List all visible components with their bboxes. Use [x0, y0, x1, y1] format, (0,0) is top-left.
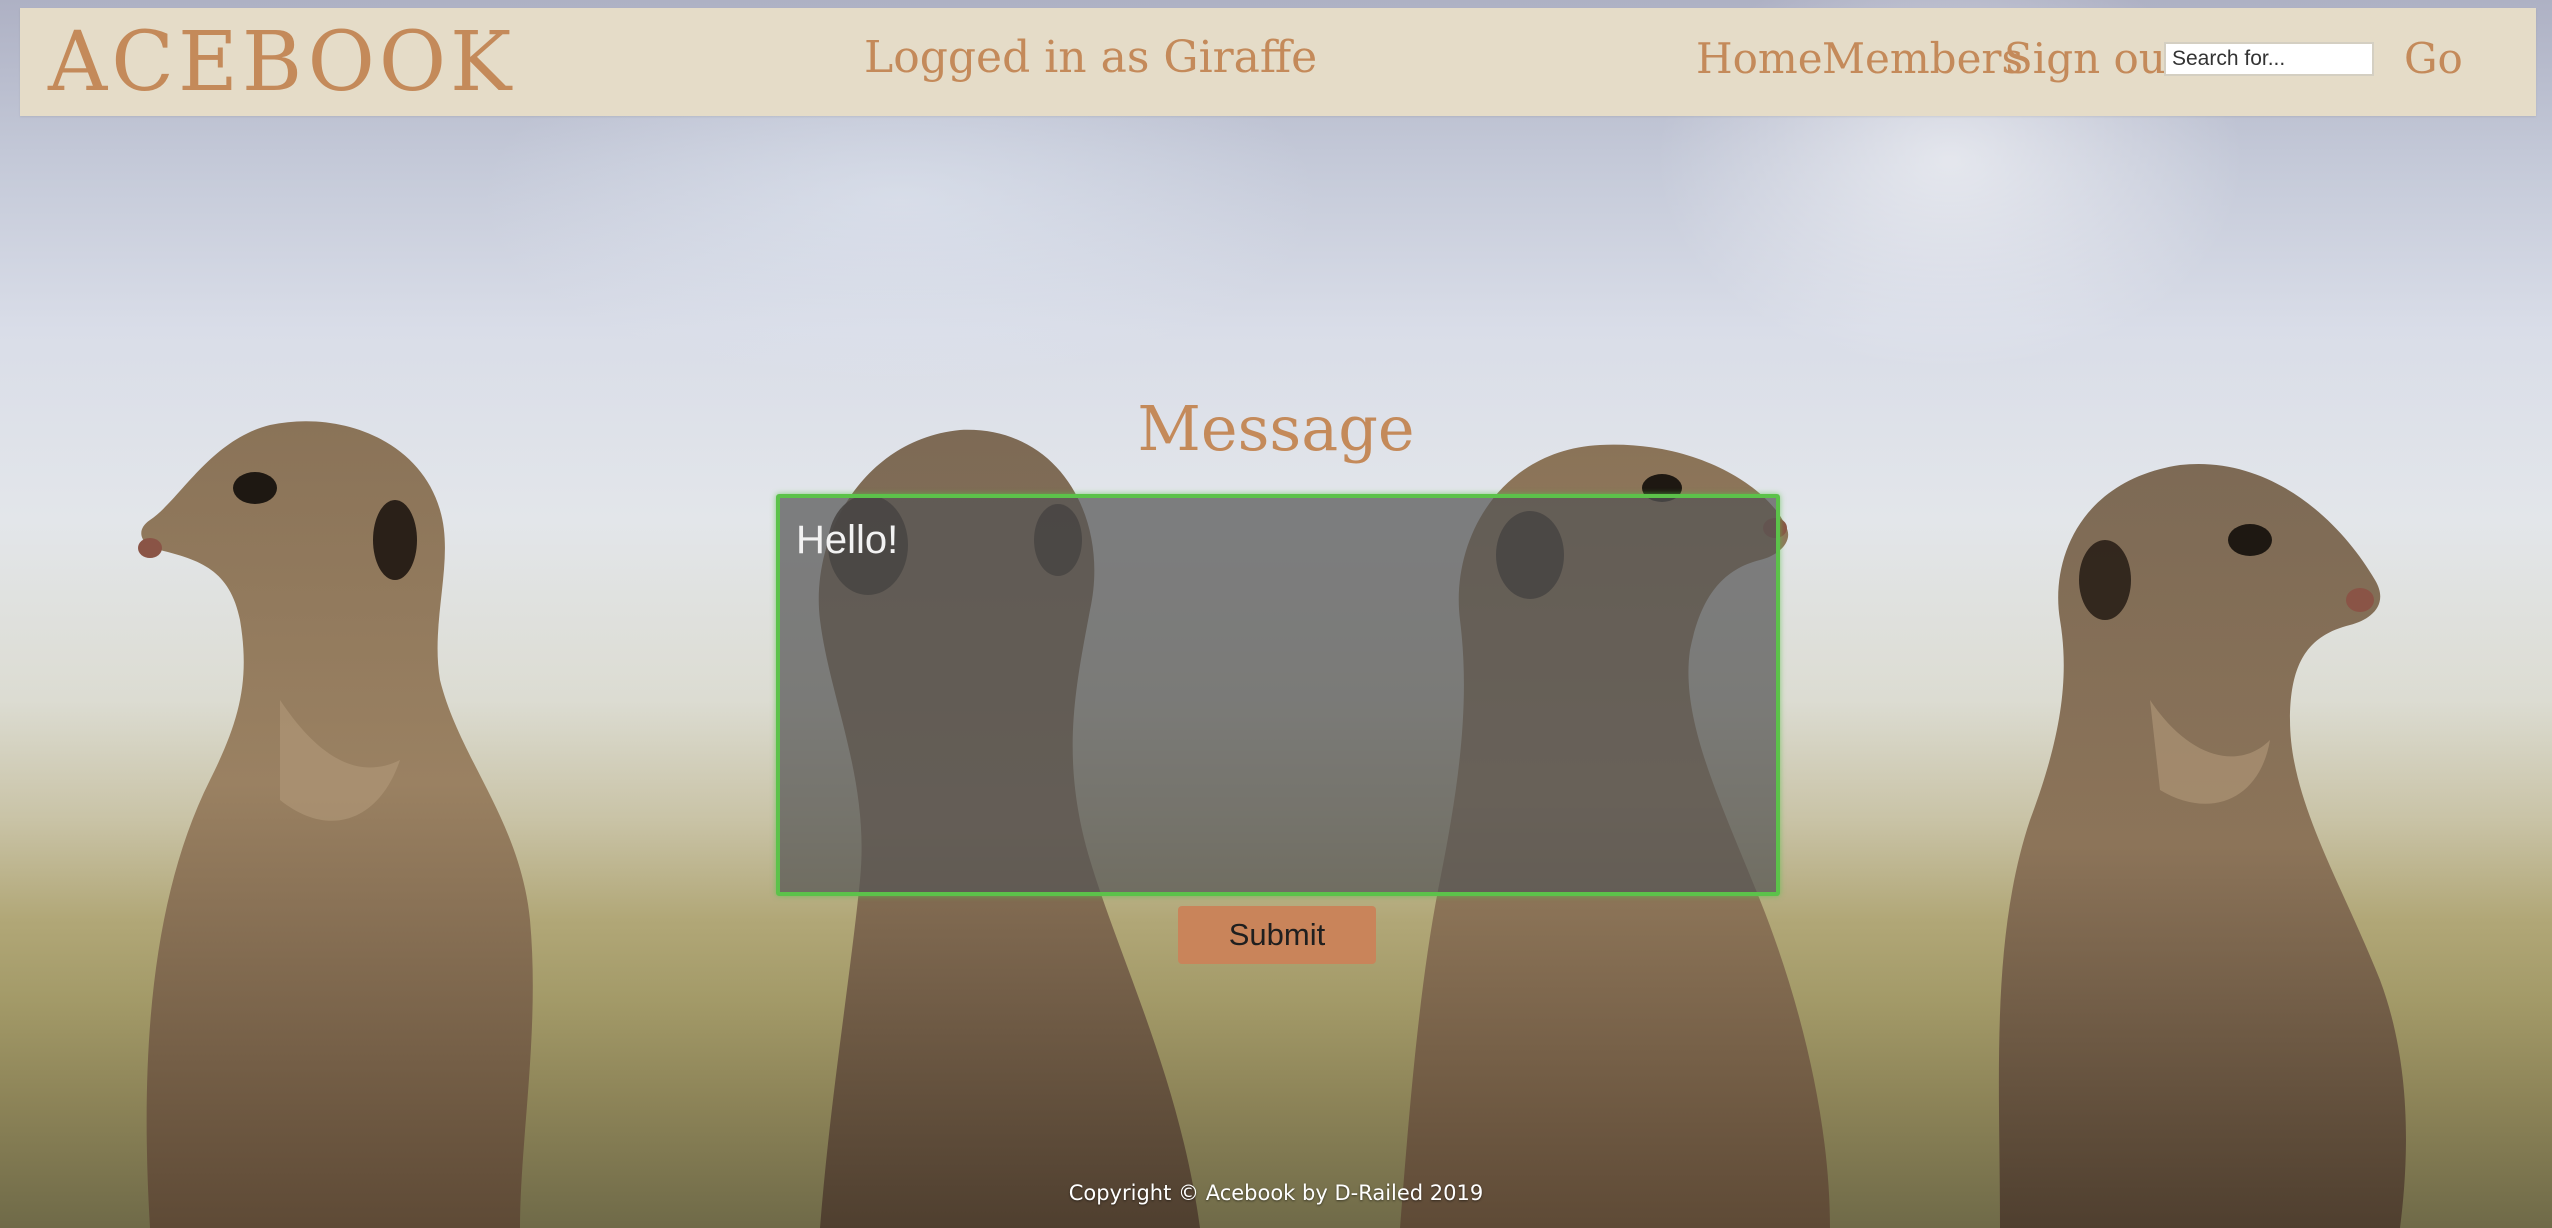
meerkat-right-figure	[1998, 463, 2406, 1228]
submit-button[interactable]: Submit	[1178, 906, 1376, 964]
search-go-button[interactable]: Go	[2404, 38, 2463, 80]
nav-members-link[interactable]: Members	[1822, 38, 2023, 80]
logged-in-status: Logged in as Giraffe	[864, 32, 1318, 83]
meerkat-left-figure	[138, 421, 533, 1228]
top-navigation-bar: ACEBOOK Logged in as Giraffe Home Member…	[20, 8, 2536, 116]
message-textarea[interactable]: Hello!	[776, 494, 1780, 896]
acebook-logo[interactable]: ACEBOOK	[48, 22, 515, 104]
nav-home-link[interactable]: Home	[1696, 38, 1823, 80]
message-heading: Message	[1137, 392, 1415, 465]
nav-sign-out-link[interactable]: Sign out	[2004, 38, 2183, 80]
copyright-footer: Copyright © Acebook by D-Railed 2019	[1068, 1181, 1484, 1205]
search-input[interactable]	[2164, 42, 2374, 76]
